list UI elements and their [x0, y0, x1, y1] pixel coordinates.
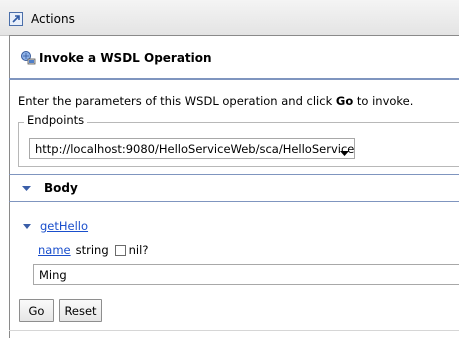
footer-line: [9, 330, 459, 331]
chevron-down-icon[interactable]: [340, 146, 349, 160]
instructions-go: Go: [335, 94, 354, 108]
nil-label: nil?: [128, 243, 149, 257]
go-button[interactable]: Go: [19, 299, 54, 322]
endpoint-selected-value: http://localhost:9080/HelloServiceWeb/sc…: [35, 141, 355, 156]
wsdl-operation-icon: [20, 50, 36, 66]
instructions: Enter the parameters of this WSDL operat…: [18, 94, 413, 108]
titlebar-title: Actions: [31, 12, 75, 26]
operation-twisty-icon[interactable]: [23, 219, 31, 233]
param-name-link[interactable]: name: [38, 243, 71, 257]
instructions-after: to invoke.: [353, 94, 414, 108]
reset-button[interactable]: Reset: [59, 299, 102, 322]
nil-checkbox[interactable]: [114, 244, 126, 256]
endpoint-select[interactable]: http://localhost:9080/HelloServiceWeb/sc…: [29, 138, 355, 159]
operation-link[interactable]: getHello: [40, 219, 88, 233]
heading-separator: [9, 78, 459, 80]
content-border-top: [9, 35, 459, 36]
content-border-left: [9, 35, 10, 338]
param-row: name string nil?: [38, 243, 148, 257]
body-section-header[interactable]: Body: [22, 181, 78, 195]
panel-heading: Invoke a WSDL Operation: [20, 49, 212, 67]
body-separator-top: [9, 174, 459, 175]
body-separator-bottom: [9, 201, 459, 202]
operation-row: getHello: [23, 219, 88, 233]
endpoints-legend: Endpoints: [24, 113, 88, 127]
param-type: string: [75, 243, 109, 257]
instructions-before: Enter the parameters of this WSDL operat…: [18, 94, 336, 108]
actions-icon: [9, 12, 23, 26]
body-twisty-icon[interactable]: [22, 181, 31, 195]
body-section-label: Body: [44, 181, 78, 195]
param-value-input[interactable]: [33, 264, 459, 285]
actions-titlebar: Actions: [0, 0, 459, 36]
panel-heading-text: Invoke a WSDL Operation: [39, 51, 212, 65]
